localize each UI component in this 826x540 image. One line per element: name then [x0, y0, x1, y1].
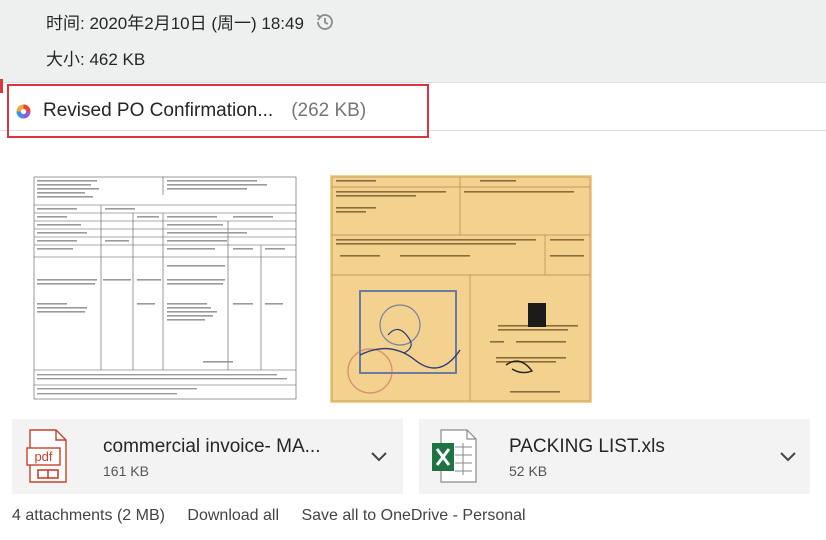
pdf-icon: pdf — [26, 429, 70, 483]
attachment-size: (262 KB) — [291, 100, 367, 121]
attachment-file-size: 161 KB — [103, 463, 149, 479]
attachment-card-packing-list[interactable]: PACKING LIST.xls 52 KB — [419, 419, 810, 494]
attachment-card-commercial-invoice[interactable]: pdf commercial invoice- MA... 161 KB — [12, 419, 403, 494]
scanned-document-image — [33, 175, 297, 403]
attachment-count: 4 attachments (2 MB) — [12, 507, 165, 524]
save-to-onedrive-link[interactable]: Save all to OneDrive - Personal — [301, 507, 525, 524]
highlighted-attachment-link[interactable]: Revised PO Confirmation... (262 KB) — [7, 84, 429, 138]
svg-text:pdf: pdf — [34, 449, 52, 464]
highlighted-attachment-row: Revised PO Confirmation... (262 KB) — [0, 84, 826, 138]
time-text: 时间: 2020年2月10日 (周一) 18:49 — [46, 14, 304, 33]
attachment-file-name: commercial invoice- MA... — [103, 436, 321, 457]
chevron-down-icon[interactable] — [367, 444, 391, 468]
excel-icon — [431, 429, 477, 483]
chevron-down-icon[interactable] — [776, 444, 800, 468]
size-text: 大小: 462 KB — [46, 50, 146, 69]
attachment-name: Revised PO Confirmation... — [43, 100, 274, 121]
attachments-footer: 4 attachments (2 MB) Download all Save a… — [12, 507, 544, 525]
certificate-preview-thumbnail[interactable] — [330, 175, 592, 403]
attachment-file-name: PACKING LIST.xls — [509, 436, 665, 457]
document-preview-thumbnail[interactable] — [33, 175, 297, 403]
message-meta-panel: 时间: 2020年2月10日 (周一) 18:49 大小: 462 KB — [0, 0, 826, 83]
scanned-certificate-image — [330, 175, 592, 403]
download-all-link[interactable]: Download all — [187, 507, 279, 524]
attachment-file-size: 52 KB — [509, 463, 548, 479]
size-row: 大小: 462 KB — [46, 45, 145, 70]
time-row: 时间: 2020年2月10日 (周一) 18:49 — [46, 9, 336, 34]
history-icon[interactable] — [314, 11, 336, 33]
colorful-app-icon — [16, 104, 31, 119]
